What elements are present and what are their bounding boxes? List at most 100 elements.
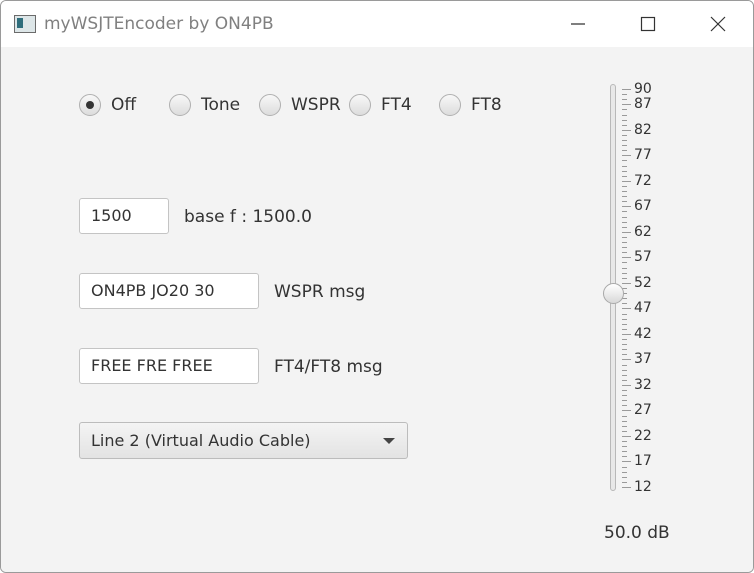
slider-tick [622, 176, 627, 177]
slider-tick [622, 115, 627, 116]
level-readout: 50.0 dB [604, 523, 670, 543]
slider-tick [622, 477, 627, 478]
slider-tick [622, 324, 627, 325]
slider-tick-label: 77 [634, 147, 652, 163]
slider-tick-label: 67 [634, 198, 652, 214]
slider-tick [622, 446, 627, 447]
slider-tick-label: 12 [634, 479, 652, 495]
slider-tick [622, 344, 627, 345]
radio-off-circle[interactable] [79, 94, 101, 116]
level-slider-thumb[interactable] [603, 283, 624, 304]
slider-tick [622, 211, 627, 212]
slider-tick [622, 150, 627, 151]
audio-device-select[interactable]: Line 2 (Virtual Audio Cable) [79, 422, 408, 459]
radio-wspr-circle[interactable] [259, 94, 281, 116]
close-button[interactable] [683, 1, 753, 47]
slider-tick [622, 319, 627, 320]
slider-tick [622, 410, 631, 411]
slider-tick [622, 461, 631, 462]
radio-ft4-circle[interactable] [349, 94, 371, 116]
radio-tone-label[interactable]: Tone [201, 94, 240, 116]
slider-tick [622, 232, 631, 233]
maximize-button[interactable] [613, 1, 683, 47]
base-frequency-label: base f : 1500.0 [184, 207, 312, 227]
slider-tick [622, 155, 631, 156]
slider-tick [622, 120, 627, 121]
slider-tick [622, 109, 627, 110]
slider-tick [622, 329, 627, 330]
app-icon [14, 15, 36, 33]
slider-tick [622, 268, 627, 269]
slider-tick [622, 181, 631, 182]
slider-tick [622, 196, 627, 197]
slider-tick [622, 247, 627, 248]
slider-tick [622, 456, 627, 457]
slider-tick-label: 90 [634, 81, 652, 97]
slider-tick-label: 37 [634, 351, 652, 367]
ft-message-input[interactable]: FREE FRE FREE [79, 348, 259, 384]
slider-tick [622, 467, 627, 468]
base-frequency-input[interactable]: 1500 [79, 198, 169, 234]
wspr-message-input[interactable]: ON4PB JO20 30 [79, 273, 259, 309]
slider-tick [622, 227, 627, 228]
radio-off-label[interactable]: Off [111, 94, 136, 116]
radio-ft8-circle[interactable] [439, 94, 461, 116]
slider-tick-label: 32 [634, 377, 652, 393]
radio-selected-dot [86, 101, 94, 109]
slider-tick-label: 52 [634, 275, 652, 291]
radio-wspr-label[interactable]: WSPR [291, 94, 341, 116]
title-bar[interactable]: myWSJTEncoder by ON4PB [1, 1, 753, 47]
slider-tick [622, 400, 627, 401]
slider-tick-label: 22 [634, 428, 652, 444]
slider-tick [622, 237, 627, 238]
audio-device-selected: Line 2 (Virtual Audio Cable) [91, 431, 311, 450]
slider-tick [622, 359, 631, 360]
radio-ft4-label[interactable]: FT4 [381, 94, 412, 116]
slider-tick [622, 257, 631, 258]
slider-tick-label: 57 [634, 249, 652, 265]
slider-tick [622, 125, 627, 126]
client-area: Off Tone WSPR FT4 FT8 1500 base f : 1500… [1, 47, 753, 572]
slider-tick [622, 472, 627, 473]
slider-tick [622, 421, 627, 422]
slider-tick-label: 42 [634, 326, 652, 342]
slider-tick [622, 380, 627, 381]
slider-tick [622, 186, 627, 187]
slider-tick [622, 390, 627, 391]
slider-tick [622, 166, 627, 167]
app-window: myWSJTEncoder by ON4PB Off Tone WSPR FT4… [0, 0, 754, 573]
wspr-message-label: WSPR msg [274, 282, 366, 302]
slider-tick [622, 242, 627, 243]
slider-tick [622, 145, 627, 146]
slider-tick [622, 94, 627, 95]
slider-tick [622, 436, 631, 437]
slider-tick-label: 62 [634, 224, 652, 240]
slider-tick-label: 27 [634, 402, 652, 418]
slider-tick [622, 222, 627, 223]
maximize-icon [640, 16, 656, 32]
slider-tick [622, 426, 627, 427]
slider-tick [622, 283, 631, 284]
radio-ft8-label[interactable]: FT8 [471, 94, 502, 116]
slider-tick [622, 130, 631, 131]
slider-tick [622, 160, 627, 161]
slider-tick-label: 17 [634, 453, 652, 469]
slider-tick [622, 375, 627, 376]
slider-tick [622, 171, 627, 172]
slider-tick-label: 87 [634, 96, 652, 112]
slider-tick-label: 72 [634, 173, 652, 189]
slider-tick [622, 206, 631, 207]
chevron-down-icon[interactable] [383, 438, 395, 444]
slider-tick [622, 99, 627, 100]
slider-tick [622, 314, 627, 315]
slider-tick [622, 191, 627, 192]
slider-tick [622, 370, 627, 371]
slider-tick [622, 385, 631, 386]
slider-tick [622, 303, 627, 304]
slider-tick [622, 201, 627, 202]
minimize-button[interactable] [543, 1, 613, 47]
slider-tick [622, 395, 627, 396]
slider-tick [622, 441, 627, 442]
window-title: myWSJTEncoder by ON4PB [44, 14, 274, 34]
radio-tone-circle[interactable] [169, 94, 191, 116]
